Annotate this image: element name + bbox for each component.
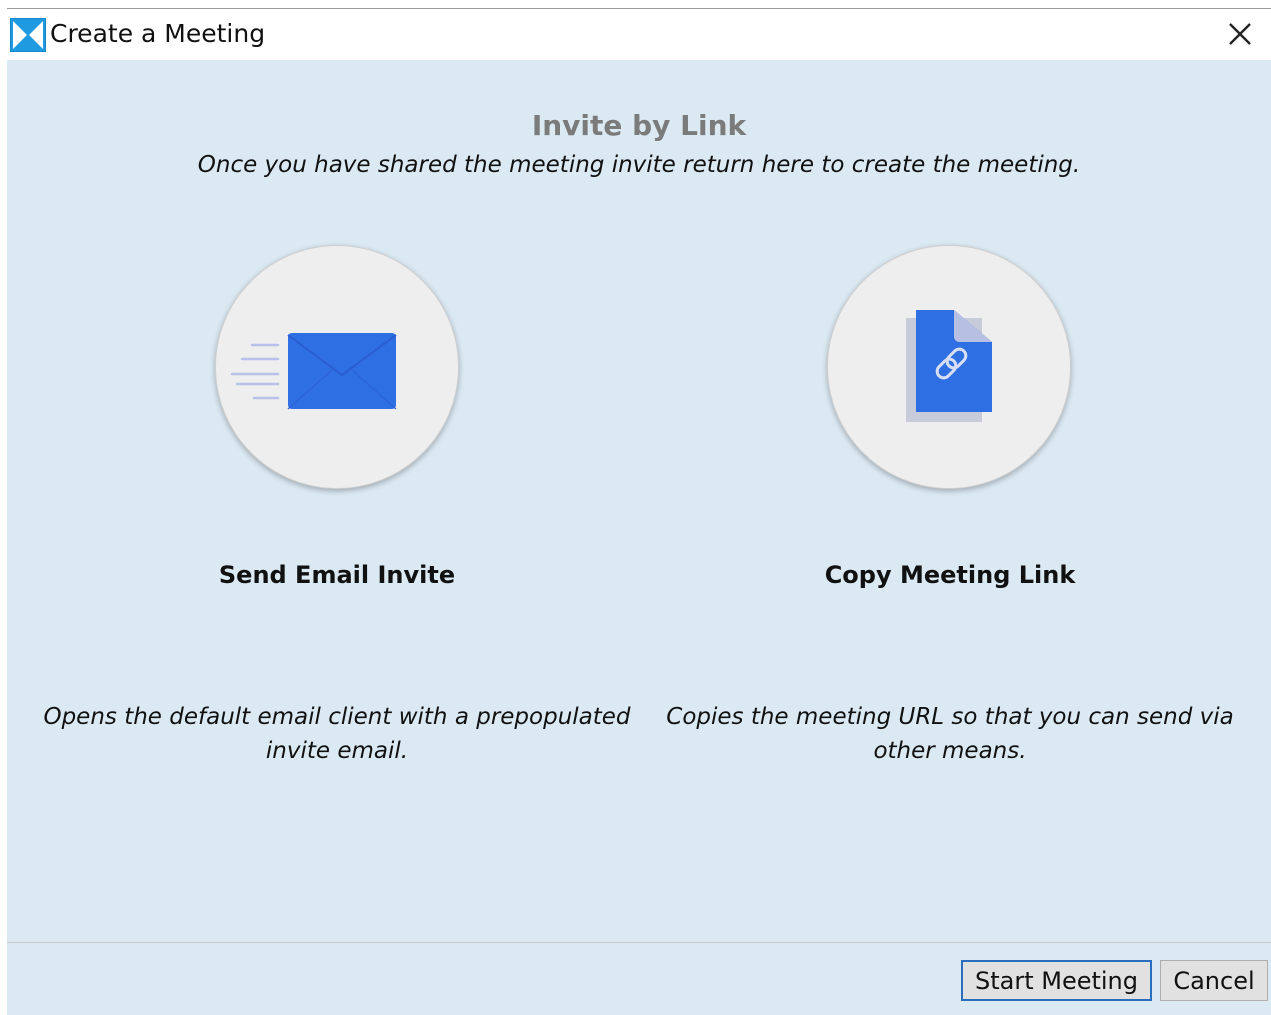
close-icon [1229,23,1251,45]
copy-link-option: Copy Meeting Link Copies the meeting URL… [640,60,1260,942]
copy-link-button[interactable] [827,245,1071,489]
send-email-description: Opens the default email client with a pr… [43,704,631,764]
send-email-title[interactable]: Send Email Invite [27,561,647,589]
copy-link-title[interactable]: Copy Meeting Link [640,561,1260,589]
link-document-icon [906,310,992,422]
window-title: Create a Meeting [50,19,266,48]
cancel-button[interactable]: Cancel [1160,960,1268,1001]
footer-bar: Start Meeting Cancel [7,943,1271,1015]
send-email-button[interactable] [215,245,459,489]
copy-link-description: Copies the meeting URL so that you can s… [666,704,1234,764]
title-bar: Create a Meeting [7,9,1271,60]
send-email-option: Send Email Invite Opens the default emai… [27,60,647,942]
create-meeting-dialog: Create a Meeting Invite by Link Once you… [7,8,1271,1015]
content-area: Invite by Link Once you have shared the … [7,60,1271,942]
app-logo-icon [10,18,46,52]
email-envelope-icon [230,333,397,410]
start-meeting-button[interactable]: Start Meeting [961,960,1152,1001]
close-button[interactable] [1219,15,1261,55]
